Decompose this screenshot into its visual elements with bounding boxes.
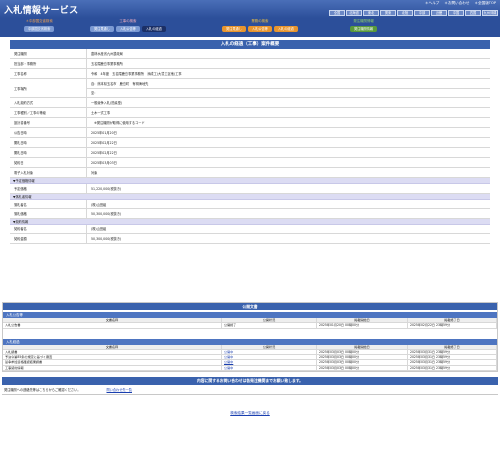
document-status-link[interactable]: 公開中 [222, 365, 317, 371]
document-status-link[interactable]: 公開中 [222, 360, 317, 365]
region-button[interactable]: 東北 [363, 10, 379, 16]
public-documents-heading: 公開文書 [3, 303, 497, 310]
detail-row: 工事種別／工事の等級 土木一式工事 [10, 108, 490, 118]
contact-link[interactable]: ＊お問い合わせ [444, 1, 469, 6]
progress-documents: 入札経過 文書名称 公開状況 掲載開始日 掲載終了日 入札調書 公開中 2025… [3, 338, 497, 372]
detail-row: 電子入札対象 対象 [10, 168, 490, 178]
site-header: 入札情報サービス ＊ヘルプ ＊お問い合わせ ＊全国版TOP 全国 北海道 東北 … [0, 0, 500, 18]
notice-documents: 入札公告等 文書名称 公開状況 掲載開始日 掲載終了日 入札公告書 公開終了 2… [3, 312, 497, 329]
region-button[interactable]: 四国 [465, 10, 481, 16]
tab-chubu-search[interactable]: 中部国交省検索 [24, 26, 55, 32]
region-button[interactable]: 北陸 [397, 10, 413, 16]
region-buttons: 全国 北海道 東北 関東 北陸 中部 近畿 中国 四国 九州沖縄 [329, 10, 498, 16]
region-button[interactable]: 北海道 [346, 10, 362, 16]
detail-row: 入札契約方式 一般競争入札(簡素型) [10, 98, 490, 108]
tab-construction-outlook[interactable]: 発注見通し [90, 26, 114, 32]
tab-bar: ＊中部国交省検索 中部国交省検索 工事の検索 発注見通し 入札公告等 入札の経過… [0, 18, 500, 37]
region-button[interactable]: 中国 [448, 10, 464, 16]
detail-row: 設計書番号 ※発注機関が取得に使用するコード [10, 118, 490, 128]
case-detail-heading: 入札の経過（工事）案件概要 [10, 40, 490, 49]
detail-row: 工事場所 自：熊本県玉名市 鹿島町 有明海地先 至： [10, 79, 490, 98]
tab-agency-info[interactable]: 発注機関情報 [350, 26, 378, 32]
region-button[interactable]: 関東 [380, 10, 396, 16]
region-button[interactable]: 近畿 [431, 10, 447, 16]
tab-construction-notice[interactable]: 入札公告等 [115, 26, 140, 32]
tab-group-construction: 工事の検索 発注見通し 入札公告等 入札の経過 [90, 19, 166, 32]
detail-row: 開札日時 2025年02月22日 [10, 138, 490, 148]
detail-row: 落札者名 (株)山田組 [10, 200, 490, 210]
detail-row: 担当部・事務所 五名隈鹿島事業事務所 [10, 59, 490, 69]
document-status-link[interactable]: 公開中 [222, 349, 317, 355]
tab-group-agency: 発注機関情報 発注機関情報 [350, 19, 378, 32]
help-link[interactable]: ＊ヘルプ [425, 1, 439, 6]
document-status-link[interactable]: 公開中 [222, 355, 317, 360]
detail-row: 工事名称 令和 4年度 五名隈鹿島事業事務所 添成工(大豊工区他)工事 [10, 69, 490, 79]
table-row: 工事契約情報 公開中 2025年03月03日 00時00分 2025年03月31… [3, 365, 497, 372]
detail-row: 開札日時 2025年02月22日 [10, 148, 490, 158]
tab-service-notice[interactable]: 入札公告等 [247, 26, 272, 32]
detail-row: 公告日時 2025年01月20日 [10, 128, 490, 138]
detail-row: 予定価格 51,220,000(税抜き) [10, 184, 490, 194]
region-button[interactable]: 全国 [329, 10, 345, 16]
national-top-link[interactable]: ＊全国版TOP [474, 1, 496, 6]
contact-text: 発注機関への連絡先等はこちらからご確認ください。 [4, 388, 81, 392]
detail-row: 契約者名 (株)山田組 [10, 224, 490, 235]
region-button[interactable]: 九州沖縄 [482, 10, 498, 16]
tab-service-progress[interactable]: 入札の経過 [273, 26, 298, 32]
contact-heading: 内容に関するお問い合わせは各発注機関までお願い致します。 [2, 377, 498, 385]
case-detail-table: 入札の経過（工事）案件概要 発注機関 農林水産省九州農政局 担当部・事務所 五名… [10, 40, 490, 244]
detail-row: 契約金額 50,300,000(税抜き) [10, 234, 490, 244]
region-button[interactable]: 中部 [414, 10, 430, 16]
tab-service-outlook[interactable]: 発注見通し [222, 26, 246, 32]
back-to-results-link[interactable]: 検索結果一覧画面に戻る [230, 411, 270, 415]
tab-group-service: 業務の検索 発注見通し 入札公告等 入札の経過 [222, 19, 298, 32]
contact-panel: 内容に関するお問い合わせは各発注機関までお願い致します。 発注機関への連絡先等は… [2, 377, 498, 395]
table-row: 入札公告書 公開終了 2025年01月20日 00時00分 2025年02月22… [3, 323, 497, 329]
tab-group-chubu: ＊中部国交省検索 中部国交省検索 [24, 19, 55, 32]
detail-row: 発注機関 農林水産省九州農政局 [10, 49, 490, 59]
top-links: ＊ヘルプ ＊お問い合わせ ＊全国版TOP [425, 1, 496, 6]
tab-construction-progress[interactable]: 入札の経過 [141, 26, 166, 32]
site-title: 入札情報サービス [4, 6, 79, 16]
contact-list-link[interactable]: 問い合わせ先一覧 [107, 387, 133, 392]
detail-row: 落札価格 50,300,000(税抜き) [10, 209, 490, 219]
detail-row: 契約日 2025年03月03日 [10, 158, 490, 168]
public-documents-panel: 公開文書 入札公告等 文書名称 公開状況 掲載開始日 掲載終了日 入札公告書 公… [2, 302, 498, 373]
